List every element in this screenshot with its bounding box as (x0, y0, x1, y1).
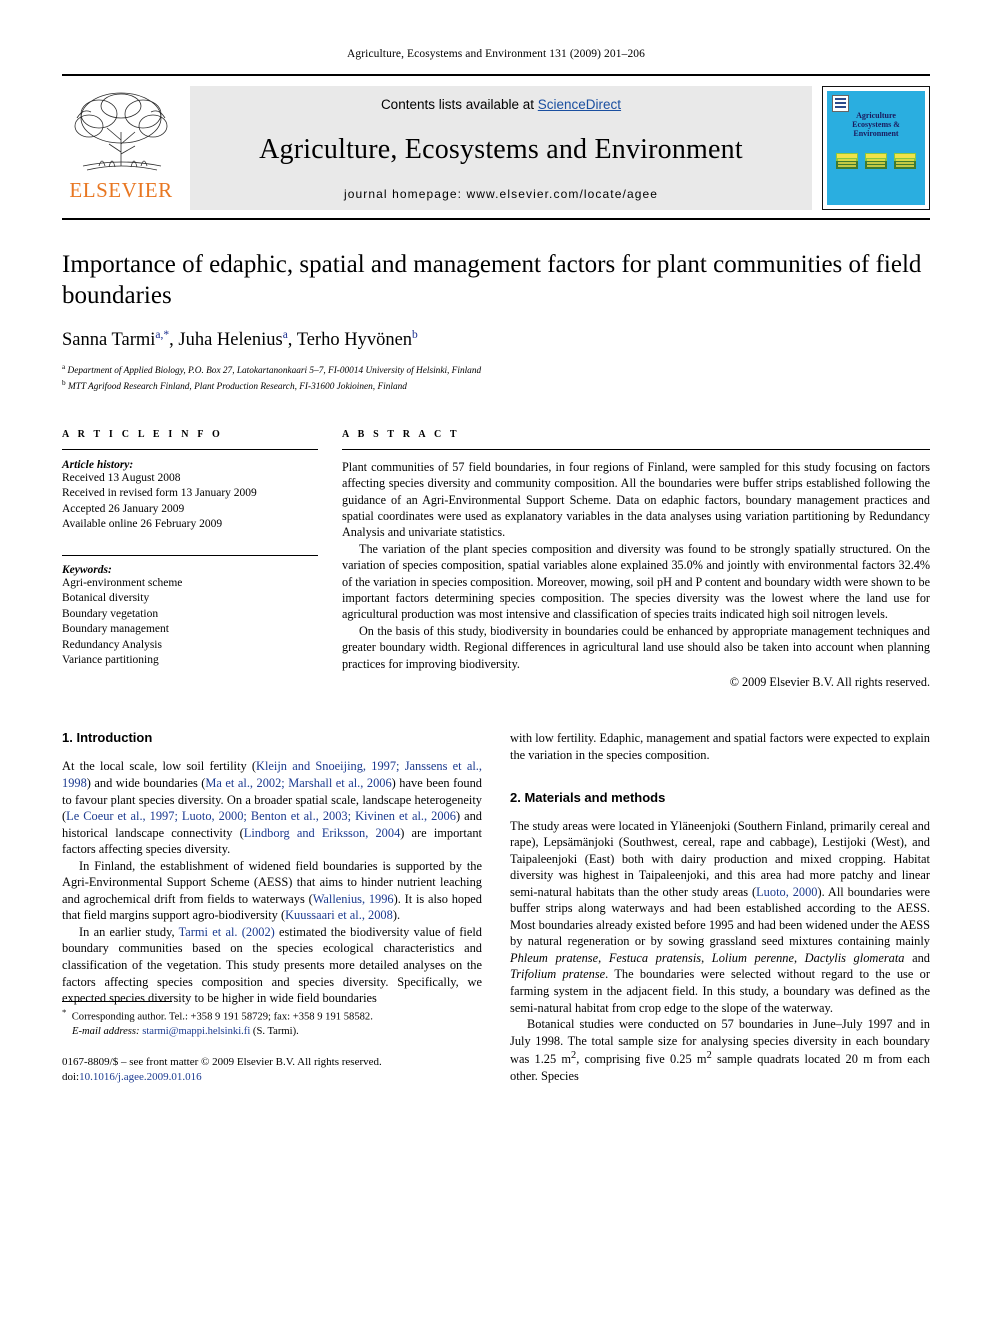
paper-page: Agriculture, Ecosystems and Environment … (0, 0, 992, 1323)
keyword-item: Redundancy Analysis (62, 638, 162, 651)
contents-prefix: Contents lists available at (380, 97, 538, 112)
running-head: Agriculture, Ecosystems and Environment … (346, 48, 646, 60)
author-list: Sanna Tarmia,*, Juha Heleniusa, Terho Hy… (62, 329, 418, 351)
footnote-area: * Corresponding author. Tel.: +358 9 191… (62, 1001, 482, 1084)
divider (62, 554, 318, 556)
paragraph: The study areas were located in Yläneenj… (510, 818, 930, 1015)
elsevier-logo: ELSEVIER (62, 86, 180, 210)
elsevier-tree-icon (74, 92, 168, 171)
abstract-heading: A B S T R A C T (342, 428, 460, 440)
abstract-copyright: © 2009 Elsevier B.V. All rights reserved… (729, 675, 930, 689)
affiliation-b: b MTT Agrifood Research Finland, Plant P… (62, 379, 407, 393)
keyword-item: Variance partitioning (62, 654, 159, 667)
wheat-sheaf-icon (865, 153, 887, 169)
page-title: Importance of edaphic, spatial and manag… (62, 251, 922, 309)
keywords-block: Keywords: Agri-environment scheme Botani… (62, 554, 318, 669)
history-item: Received in revised form 13 January 2009 (62, 487, 257, 500)
masthead-bottom-rule (62, 218, 930, 220)
imprint-doi-line: doi:10.1016/j.agee.2009.01.016 (62, 1070, 202, 1083)
keyword-item: Boundary vegetation (62, 607, 159, 620)
divider (62, 448, 318, 450)
doi-link[interactable]: 10.1016/j.agee.2009.01.016 (79, 1071, 202, 1083)
body-column-left: 1. Introduction At the local scale, low … (62, 730, 482, 1084)
paragraph: with low fertility. Edaphic, management … (510, 731, 930, 762)
title-block: Importance of edaphic, spatial and manag… (62, 250, 930, 395)
journal-cover-thumbnail: Agriculture Ecosystems & Environment (822, 86, 930, 210)
affiliations: a Department of Applied Biology, P.O. Bo… (62, 362, 930, 395)
corresponding-author-note: * Corresponding author. Tel.: +358 9 191… (62, 1007, 373, 1023)
abstract-paragraph: Plant communities of 57 field boundaries… (342, 459, 930, 540)
article-info-column: A R T I C L E I N F O Article history: R… (62, 429, 318, 691)
body-column-right: with low fertility. Edaphic, management … (510, 730, 930, 1084)
cover-title: Agriculture Ecosystems & Environment (852, 111, 900, 139)
body-columns: 1. Introduction At the local scale, low … (62, 730, 930, 1084)
keyword-item: Botanical diversity (62, 592, 150, 605)
masthead-center-panel: Contents lists available at ScienceDirec… (190, 86, 812, 210)
abstract-column: A B S T R A C T Plant communities of 57 … (342, 429, 930, 691)
history-item: Available online 26 February 2009 (62, 518, 223, 531)
contents-line: Contents lists available at ScienceDirec… (381, 97, 621, 112)
affiliation-a: a Department of Applied Biology, P.O. Bo… (62, 363, 482, 377)
journal-title: Agriculture, Ecosystems and Environment (259, 133, 743, 165)
wheat-sheaf-icon (836, 153, 858, 169)
cover-artwork (834, 144, 918, 174)
cover-elsevier-mark-icon (832, 95, 849, 112)
history-item: Received 13 August 2008 (62, 471, 181, 484)
paragraph: Botanical studies were conducted on 57 b… (510, 1017, 930, 1083)
section-heading-introduction: 1. Introduction (62, 730, 153, 746)
keywords-label: Keywords: (62, 563, 112, 576)
imprint-block: 0167-8809/$ – see front matter © 2009 El… (62, 1055, 482, 1085)
sciencedirect-link[interactable]: ScienceDirect (538, 97, 621, 112)
elsevier-wordmark: ELSEVIER (69, 178, 173, 202)
paragraph: At the local scale, low soil fertility (… (62, 759, 482, 857)
journal-masthead: ELSEVIER Contents lists available at Sci… (62, 74, 930, 210)
journal-homepage[interactable]: journal homepage: www.elsevier.com/locat… (344, 187, 658, 201)
imprint-frontmatter: 0167-8809/$ – see front matter © 2009 El… (62, 1055, 382, 1068)
abstract-paragraph: The variation of the plant species compo… (342, 541, 931, 622)
keyword-item: Boundary management (62, 623, 169, 636)
history-item: Accepted 26 January 2009 (62, 502, 185, 515)
footnote-rule (62, 1001, 172, 1003)
paragraph: In Finland, the establishment of widened… (62, 858, 483, 923)
section-heading-materials-and-methods: 2. Materials and methods (510, 789, 666, 805)
divider (342, 448, 930, 450)
abstract-paragraph: On the basis of this study, biodiversity… (342, 623, 930, 671)
info-abstract-row: A R T I C L E I N F O Article history: R… (62, 429, 930, 691)
abstract-body: Plant communities of 57 field boundaries… (342, 459, 930, 691)
keyword-item: Agri-environment scheme (62, 576, 183, 589)
article-info-heading: A R T I C L E I N F O (62, 428, 223, 440)
email-note: E-mail address: starmi@mappi.helsinki.fi… (72, 1025, 299, 1037)
wheat-sheaf-icon (894, 153, 916, 169)
article-history-label: Article history: (62, 458, 134, 471)
paragraph: In an earlier study, Tarmi et al. (2002)… (62, 924, 483, 1006)
